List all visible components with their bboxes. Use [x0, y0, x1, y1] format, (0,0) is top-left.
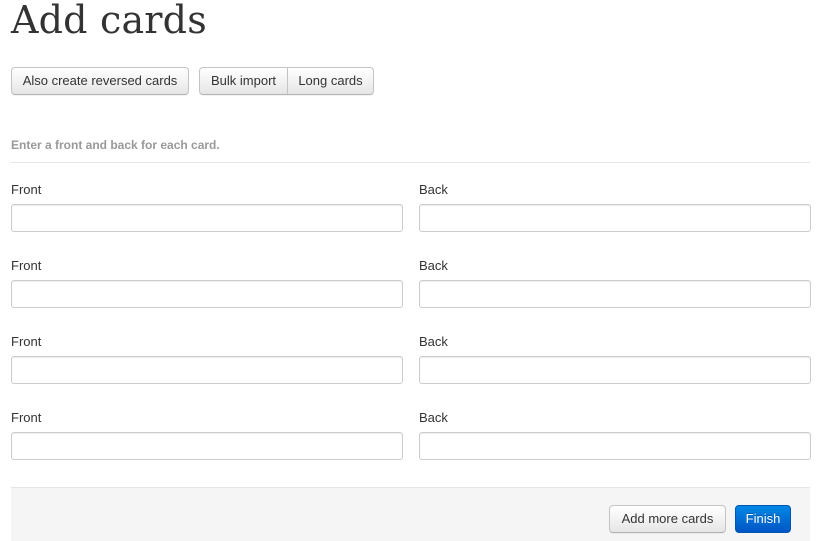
back-input[interactable] — [419, 280, 811, 308]
front-input[interactable] — [11, 356, 403, 384]
form-actions-bar: Add more cards Finish — [11, 487, 810, 541]
front-input[interactable] — [11, 280, 403, 308]
divider — [11, 162, 810, 163]
front-label: Front — [11, 258, 42, 273]
front-input[interactable] — [11, 204, 403, 232]
back-input[interactable] — [419, 356, 811, 384]
front-label: Front — [11, 334, 42, 349]
back-input[interactable] — [419, 204, 811, 232]
page-title: Add cards — [11, 0, 207, 42]
instructions-text: Enter a front and back for each card. — [11, 138, 220, 152]
front-input[interactable] — [11, 432, 403, 460]
finish-button[interactable]: Finish — [735, 505, 791, 533]
front-label: Front — [11, 182, 42, 197]
front-label: Front — [11, 410, 42, 425]
back-label: Back — [419, 410, 448, 425]
back-label: Back — [419, 258, 448, 273]
long-cards-button[interactable]: Long cards — [287, 67, 374, 95]
bulk-import-button[interactable]: Bulk import — [199, 67, 288, 95]
back-input[interactable] — [419, 432, 811, 460]
back-label: Back — [419, 334, 448, 349]
add-more-cards-button[interactable]: Add more cards — [609, 505, 726, 533]
back-label: Back — [419, 182, 448, 197]
reversed-cards-toggle-button[interactable]: Also create reversed cards — [11, 67, 189, 95]
